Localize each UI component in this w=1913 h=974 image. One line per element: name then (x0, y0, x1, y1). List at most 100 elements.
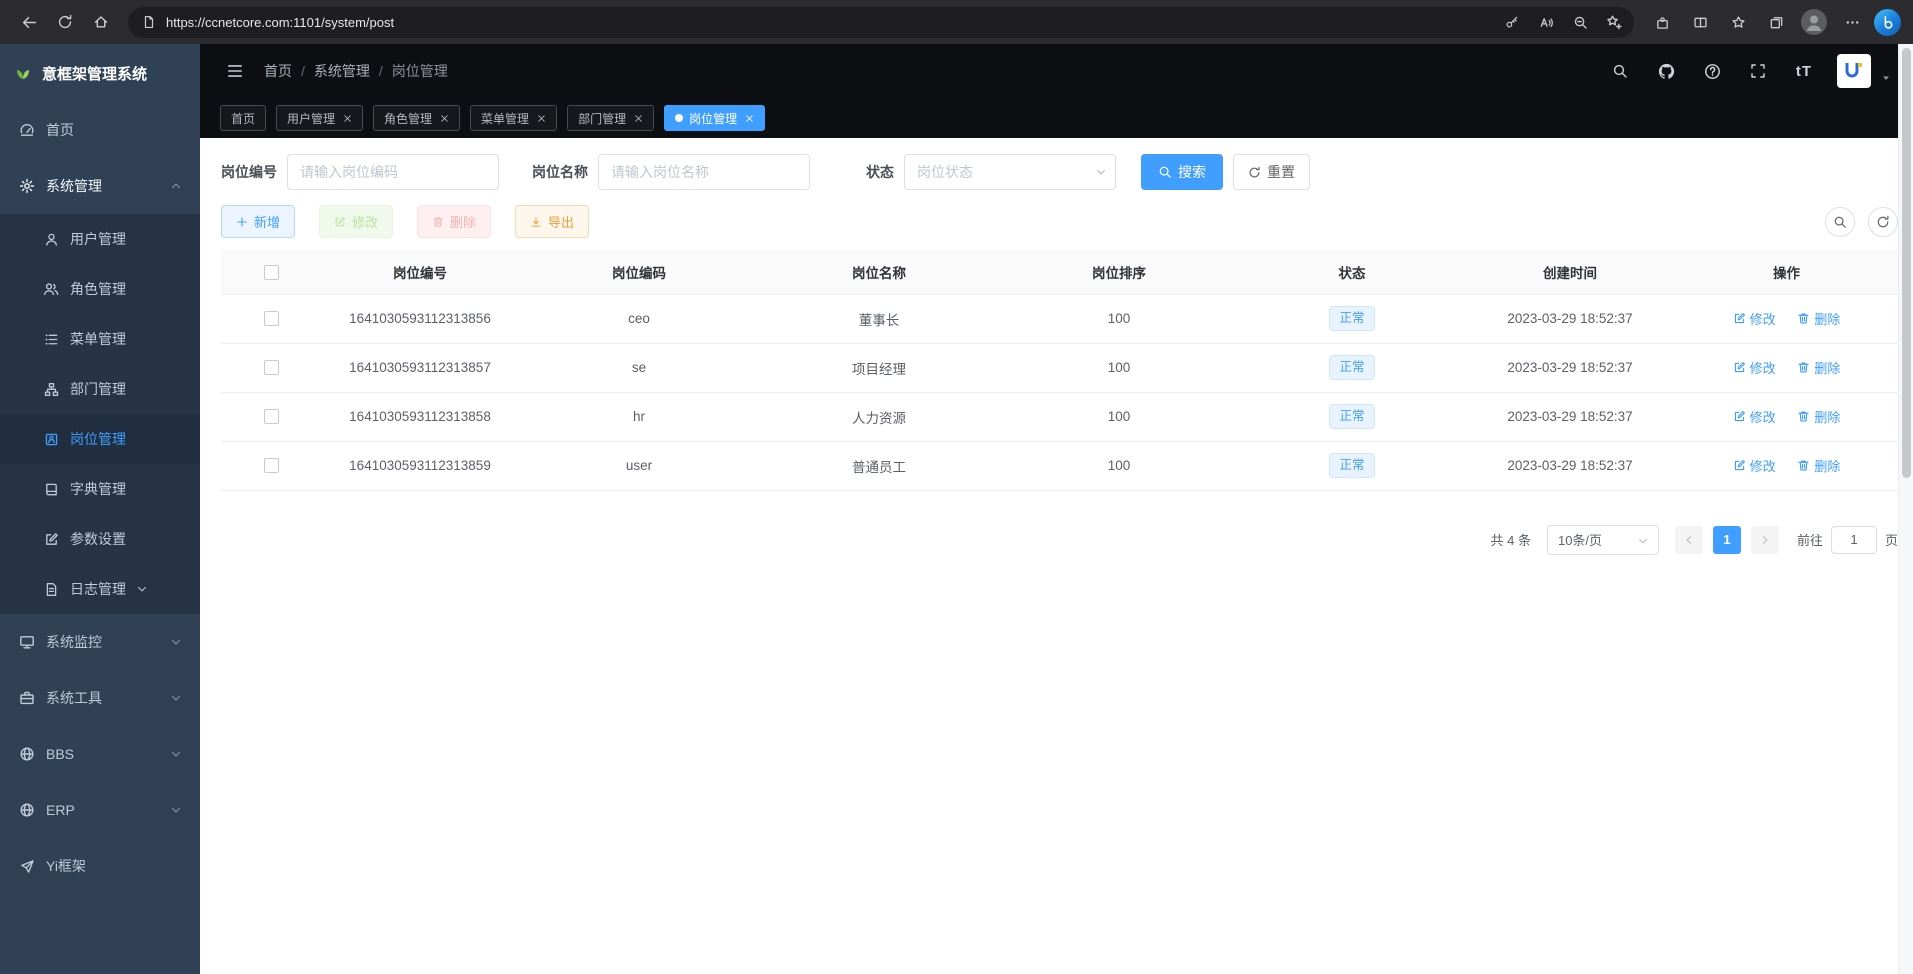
tab-post-mgmt[interactable]: 岗位管理 (664, 105, 765, 131)
row-delete-link[interactable]: 删除 (1797, 407, 1840, 426)
refresh-table-icon[interactable] (1868, 207, 1898, 237)
close-icon[interactable] (343, 114, 352, 123)
toolbox-icon (18, 690, 36, 706)
reset-button[interactable]: 重置 (1233, 154, 1310, 190)
post-name-input[interactable] (598, 154, 810, 190)
close-icon[interactable] (440, 114, 449, 123)
extensions-icon[interactable] (1646, 6, 1678, 38)
row-edit-link[interactable]: 修改 (1733, 407, 1776, 426)
row-delete-link[interactable]: 删除 (1797, 309, 1840, 328)
next-page-button[interactable] (1751, 526, 1779, 554)
sidebar-item-system-monitor[interactable]: 系统监控 (0, 614, 200, 670)
sidebar-item-log-mgmt[interactable]: 日志管理 (0, 564, 200, 614)
table-row[interactable]: 1641030593112313856 ceo 董事长 100 正常 2023-… (221, 294, 1898, 343)
sidebar-item-bbs[interactable]: BBS (0, 726, 200, 782)
refresh-button[interactable] (48, 5, 82, 39)
tab-dept-mgmt[interactable]: 部门管理 (567, 105, 654, 131)
edit-button[interactable]: 修改 (319, 205, 393, 238)
sidebar-item-label: 参数设置 (70, 529, 126, 549)
address-bar[interactable]: https://ccnetcore.com:1101/system/post (128, 7, 1634, 38)
bing-copilot-icon[interactable] (1874, 9, 1901, 36)
breadcrumb-current: 岗位管理 (392, 61, 448, 81)
tab-user-mgmt[interactable]: 用户管理 (276, 105, 363, 131)
tab-role-mgmt[interactable]: 角色管理 (373, 105, 460, 131)
table-row[interactable]: 1641030593112313857 se 项目经理 100 正常 2023-… (221, 343, 1898, 392)
sidebar-item-erp[interactable]: ERP (0, 782, 200, 838)
cell-created-time: 2023-03-29 18:52:37 (1465, 294, 1675, 343)
row-delete-link[interactable]: 删除 (1797, 358, 1840, 377)
password-key-icon[interactable] (1498, 9, 1526, 35)
breadcrumb-home[interactable]: 首页 (264, 61, 292, 81)
page-size-select[interactable]: 10条/页 (1547, 525, 1659, 555)
sidebar-item-yi-framework[interactable]: Yi框架 (0, 838, 200, 894)
home-button[interactable] (84, 5, 118, 39)
tab-home[interactable]: 首页 (220, 105, 266, 131)
close-icon[interactable] (745, 114, 754, 123)
post-code-input[interactable] (287, 154, 499, 190)
sidebar-item-param-settings[interactable]: 参数设置 (0, 514, 200, 564)
sidebar-item-home[interactable]: 首页 (0, 102, 200, 158)
sidebar-item-label: 部门管理 (70, 379, 126, 399)
collections-icon[interactable] (1760, 6, 1792, 38)
zoom-out-icon[interactable] (1566, 9, 1594, 35)
table-row[interactable]: 1641030593112313858 hr 人力资源 100 正常 2023-… (221, 392, 1898, 441)
page-number-1[interactable]: 1 (1713, 526, 1741, 554)
row-edit-link[interactable]: 修改 (1733, 358, 1776, 377)
close-icon[interactable] (537, 114, 546, 123)
refresh-icon (1248, 166, 1261, 179)
font-size-icon[interactable]: tT (1791, 58, 1817, 84)
sidebar-item-dept-mgmt[interactable]: 部门管理 (0, 364, 200, 414)
row-edit-link[interactable]: 修改 (1733, 456, 1776, 475)
status-select[interactable] (904, 154, 1116, 190)
add-button[interactable]: 新增 (221, 205, 295, 238)
tab-menu-mgmt[interactable]: 菜单管理 (470, 105, 557, 131)
collapse-sidebar-icon[interactable] (222, 58, 248, 84)
profile-avatar[interactable] (1798, 6, 1830, 38)
sidebar-item-user-mgmt[interactable]: 用户管理 (0, 214, 200, 264)
row-delete-link[interactable]: 删除 (1797, 456, 1840, 475)
row-checkbox[interactable] (264, 409, 279, 424)
caret-down-icon[interactable] (1881, 73, 1891, 83)
github-icon[interactable] (1653, 58, 1679, 84)
help-icon[interactable] (1699, 58, 1725, 84)
export-button[interactable]: 导出 (515, 205, 589, 238)
select-all-checkbox[interactable] (264, 265, 279, 280)
prev-page-button[interactable] (1675, 526, 1703, 554)
scrollbar-thumb[interactable] (1902, 48, 1911, 478)
fullscreen-icon[interactable] (1745, 58, 1771, 84)
read-aloud-icon[interactable] (1532, 9, 1560, 35)
back-button[interactable] (12, 5, 46, 39)
split-screen-icon[interactable] (1684, 6, 1716, 38)
sidebar-item-role-mgmt[interactable]: 角色管理 (0, 264, 200, 314)
app-logo[interactable]: 意框架管理系统 (0, 44, 200, 102)
search-button[interactable]: 搜索 (1141, 154, 1223, 190)
goto-page-input[interactable] (1831, 526, 1877, 554)
table-row[interactable]: 1641030593112313859 user 普通员工 100 正常 202… (221, 441, 1898, 490)
vertical-scrollbar[interactable] (1898, 44, 1913, 974)
sidebar-item-dict-mgmt[interactable]: 字典管理 (0, 464, 200, 514)
sidebar-item-post-mgmt[interactable]: 岗位管理 (0, 414, 200, 464)
search-icon[interactable] (1607, 58, 1633, 84)
breadcrumb-system-mgmt[interactable]: 系统管理 (314, 61, 370, 81)
row-edit-link[interactable]: 修改 (1733, 309, 1776, 328)
cell-created-time: 2023-03-29 18:52:37 (1465, 392, 1675, 441)
sidebar-item-menu-mgmt[interactable]: 菜单管理 (0, 314, 200, 364)
user-avatar[interactable] (1837, 54, 1871, 88)
show-search-icon[interactable] (1825, 207, 1855, 237)
more-menu-icon[interactable] (1836, 6, 1868, 38)
row-checkbox[interactable] (264, 458, 279, 473)
row-checkbox[interactable] (264, 360, 279, 375)
add-favorite-icon[interactable] (1600, 9, 1628, 35)
status-select-input[interactable] (904, 154, 1116, 190)
favorites-bar-icon[interactable] (1722, 6, 1754, 38)
chevron-down-icon (1637, 535, 1649, 547)
sidebar-item-system-mgmt[interactable]: 系统管理 (0, 158, 200, 214)
sidebar-item-system-tools[interactable]: 系统工具 (0, 670, 200, 726)
close-icon[interactable] (634, 114, 643, 123)
gear-icon (18, 178, 36, 194)
row-edit-label: 修改 (1750, 309, 1776, 328)
site-info-icon[interactable] (142, 15, 156, 29)
row-checkbox[interactable] (264, 311, 279, 326)
status-badge: 正常 (1329, 404, 1374, 429)
delete-button[interactable]: 删除 (417, 205, 491, 238)
